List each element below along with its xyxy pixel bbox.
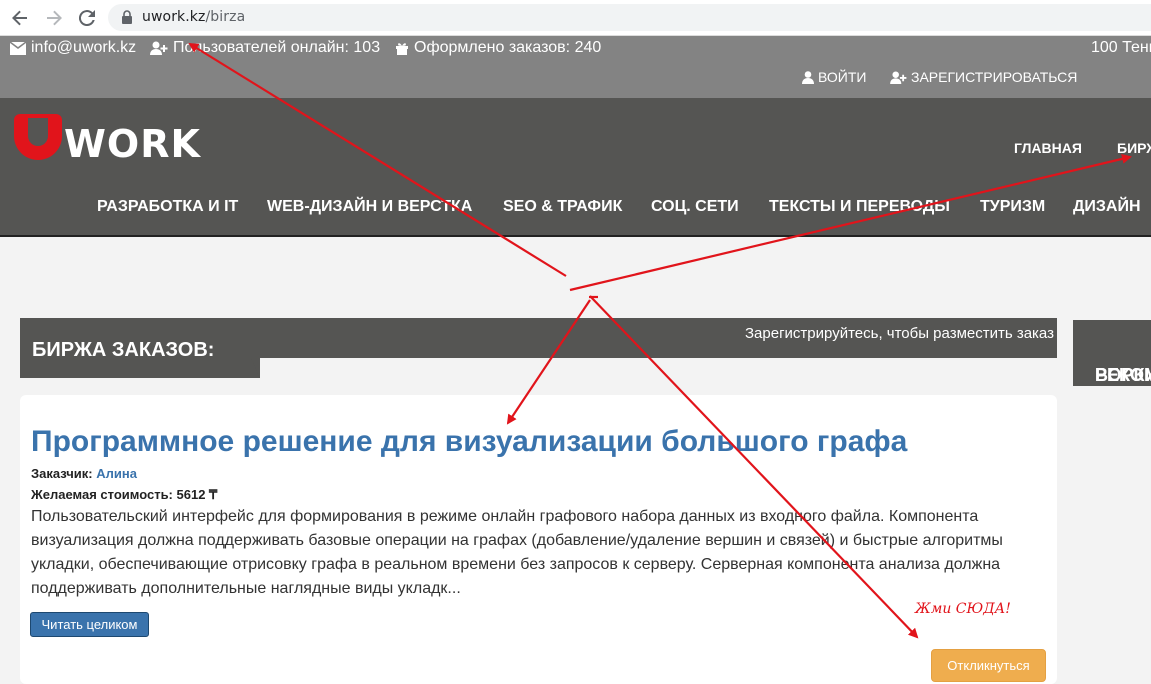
section-title: БИРЖА ЗАКАЗОВ: (32, 339, 215, 361)
logo-text: WORK (64, 122, 201, 166)
back-arrow-icon[interactable] (10, 8, 30, 28)
register-to-post-link[interactable]: Зарегистрируйтесь, чтобы разместить зака… (745, 325, 1054, 342)
users-online: Пользователей онлайн: 103 (150, 39, 380, 57)
price-line: Желаемая стоимость: 5612 ₸ (31, 487, 217, 503)
category-dev-it[interactable]: РАЗРАБОТКА И IT (97, 198, 238, 216)
user-icon (802, 70, 814, 84)
category-tourism[interactable]: ТУРИЗМ (980, 198, 1045, 216)
nav-birza[interactable]: БИРЖА (1117, 140, 1151, 156)
category-texts[interactable]: ТЕКСТЫ И ПЕРЕВОДЫ (769, 198, 950, 216)
user-plus-icon (890, 70, 907, 84)
price-label: Желаемая стоимость: (31, 487, 173, 502)
customer-label: Заказчик: (31, 466, 93, 481)
url-path: /birza (205, 9, 246, 25)
respond-button[interactable]: Откликнуться (931, 649, 1046, 682)
register-label: ЗАРЕГИСТРИРОВАТЬСЯ (911, 69, 1078, 85)
job-description: Пользовательский интерфейс для формирова… (31, 508, 1003, 597)
gift-icon (396, 43, 408, 55)
top-info-bar: info@uwork.kz Пользователей онлайн: 103 … (0, 36, 1151, 98)
balance-text: 100 Тенге (1091, 39, 1151, 56)
read-more-button[interactable]: Читать целиком (30, 612, 149, 637)
lock-icon (122, 10, 132, 24)
address-bar[interactable]: uwork.kz/birza (108, 4, 1151, 31)
envelope-icon (10, 41, 26, 55)
login-label: ВОЙТИ (818, 69, 867, 85)
customer-line: Заказчик: Алина (31, 466, 137, 481)
orders-count: Оформлено заказов: 240 (395, 39, 601, 57)
user-plus-icon (150, 41, 168, 55)
forward-arrow-icon[interactable] (44, 8, 64, 28)
login-link[interactable]: ВОЙТИ (802, 69, 866, 85)
category-design[interactable]: ДИЗАЙН (1073, 198, 1141, 216)
customer-name-link[interactable]: Алина (96, 466, 137, 481)
logo-u (14, 114, 62, 160)
site-header: WORK ГЛАВНАЯ БИРЖА РАЗРАБОТКА И IT WEB-Д… (0, 98, 1151, 237)
url-domain: uwork.kz (142, 9, 206, 25)
reload-icon[interactable] (77, 8, 97, 28)
click-here-hint: Жми СЮДА! (915, 601, 1011, 617)
price-value: 5612 ₸ (176, 487, 218, 502)
sidebar-header: РЕКОМЕНДУЕМЫЕВОРКИ (1073, 320, 1151, 386)
sidebar-title-line2: ВОРКИ (1095, 365, 1151, 385)
balance: 100 Тенге (1091, 39, 1151, 57)
category-seo[interactable]: SEO & ТРАФИК (503, 198, 622, 216)
browser-toolbar: uwork.kz/birza (0, 0, 1151, 36)
nav-home[interactable]: ГЛАВНАЯ (1014, 140, 1082, 156)
email-text: info@uwork.kz (31, 39, 137, 56)
register-link[interactable]: ЗАРЕГИСТРИРОВАТЬСЯ (890, 69, 1077, 85)
url-text: uwork.kz/birza (142, 9, 245, 25)
users-online-text: Пользователей онлайн: 103 (173, 39, 381, 56)
category-social[interactable]: СОЦ. СЕТИ (651, 198, 739, 216)
orders-count-text: Оформлено заказов: 240 (414, 39, 602, 56)
job-title-link[interactable]: Программное решение для визуализации бол… (31, 425, 907, 459)
category-web-design[interactable]: WEB-ДИЗАЙН И ВЕРСТКА (267, 198, 472, 216)
email-link[interactable]: info@uwork.kz (10, 39, 136, 57)
